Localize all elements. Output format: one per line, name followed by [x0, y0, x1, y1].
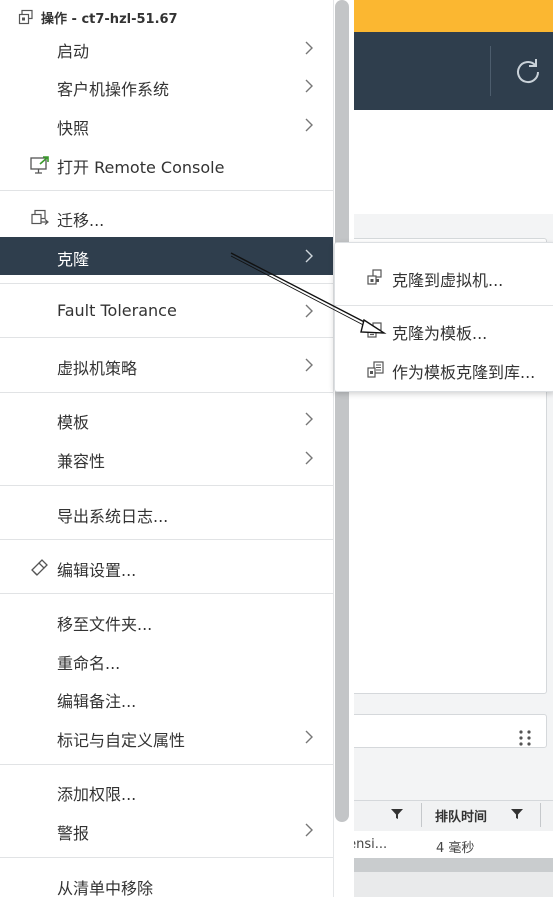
- menu-item-label: 重命名...: [57, 654, 121, 673]
- menu-item-label: Fault Tolerance: [57, 301, 177, 320]
- menu-item-edit-notes[interactable]: 编辑备注...: [0, 679, 333, 717]
- filter-icon[interactable]: [391, 808, 403, 820]
- horizontal-scrollbar[interactable]: [340, 858, 553, 872]
- menu-item-label: 快照: [57, 119, 90, 138]
- drag-handle-icon[interactable]: [518, 729, 532, 747]
- menu-item-tags-custom-attributes[interactable]: 标记与自定义属性: [0, 718, 333, 756]
- remote-console-icon: [30, 156, 49, 174]
- chevron-right-icon: [305, 41, 313, 55]
- menu-divider: [0, 392, 333, 393]
- chevron-right-icon: [305, 451, 313, 465]
- menu-scrollbar-thumb[interactable]: [335, 0, 349, 822]
- column-separator[interactable]: [540, 803, 541, 827]
- menu-divider: [0, 857, 333, 858]
- menu-title: 操作 - ct7-hzl-51.67: [41, 12, 178, 27]
- menu-item-label: 克隆: [57, 250, 90, 269]
- menu-item-label: 从清单中移除: [57, 879, 154, 898]
- menu-item-edit-settings[interactable]: 编辑设置...: [0, 548, 333, 586]
- menu-item-move-to-folder[interactable]: 移至文件夹...: [0, 602, 333, 640]
- menu-item-label: 客户机操作系统: [57, 80, 170, 99]
- menu-item-open-remote-console[interactable]: 打开 Remote Console: [0, 145, 333, 183]
- chevron-right-icon: [305, 730, 313, 744]
- menu-item-label: 标记与自定义属性: [57, 731, 186, 750]
- menu-item-label: 迁移...: [57, 211, 105, 230]
- column-separator[interactable]: [421, 803, 422, 827]
- menu-item-add-permission[interactable]: 添加权限...: [0, 772, 333, 810]
- submenu-item-label: 作为模板克隆到库...: [392, 363, 536, 382]
- menu-divider: [0, 764, 333, 765]
- migrate-icon: [31, 209, 49, 225]
- submenu-item-clone-to-library[interactable]: 作为模板克隆到库...: [335, 351, 553, 387]
- clone-to-library-icon: [367, 361, 384, 378]
- submenu-item-label: 克隆为模板...: [392, 324, 488, 343]
- menu-item-template[interactable]: 模板: [0, 400, 333, 438]
- menu-item-label: 打开 Remote Console: [57, 158, 225, 177]
- menu-item-vm-policies[interactable]: 虚拟机策略: [0, 346, 333, 384]
- annotation-arrow-icon: [230, 252, 387, 334]
- menu-divider: [0, 190, 333, 191]
- menu-item-label: 虚拟机策略: [57, 359, 138, 378]
- menu-divider: [0, 485, 333, 486]
- menu-item-label: 启动: [57, 42, 90, 61]
- chevron-right-icon: [305, 823, 313, 837]
- bottom-area: [340, 872, 553, 897]
- content-panel-2: [340, 714, 547, 748]
- menu-item-compatibility[interactable]: 兼容性: [0, 439, 333, 477]
- menu-item-power[interactable]: 启动: [0, 29, 333, 67]
- vm-actions-icon: [18, 9, 33, 25]
- menu-item-remove-from-inventory[interactable]: 从清单中移除: [0, 866, 333, 904]
- chevron-right-icon: [305, 79, 313, 93]
- menu-item-label: 导出系统日志...: [57, 507, 169, 526]
- menu-item-label: 编辑设置...: [57, 561, 137, 580]
- menu-item-export-system-logs[interactable]: 导出系统日志...: [0, 494, 333, 532]
- menu-item-rename[interactable]: 重命名...: [0, 641, 333, 679]
- menu-header: 操作 - ct7-hzl-51.67: [0, 0, 333, 32]
- menu-item-label: 添加权限...: [57, 785, 137, 804]
- menu-item-label: 警报: [57, 824, 90, 843]
- actions-context-menu: 操作 - ct7-hzl-51.67 启动 客户机操作系统 快照 打开 Remo…: [0, 0, 333, 898]
- table-cell: 4 毫秒: [436, 841, 475, 856]
- chevron-right-icon: [305, 412, 313, 426]
- edit-settings-icon: [31, 559, 48, 576]
- content-area: [340, 110, 553, 214]
- chevron-right-icon: [305, 118, 313, 132]
- submenu-item-label: 克隆到虚拟机...: [392, 271, 504, 290]
- menu-divider: [0, 593, 333, 594]
- menu-divider: [0, 539, 333, 540]
- filter-icon[interactable]: [511, 808, 523, 820]
- menu-item-migrate[interactable]: 迁移...: [0, 198, 333, 236]
- toolbar-separator: [490, 46, 491, 96]
- menu-item-label: 模板: [57, 413, 90, 432]
- menu-item-label: 移至文件夹...: [57, 615, 153, 634]
- menu-item-guest-os[interactable]: 客户机操作系统: [0, 67, 333, 105]
- menu-item-label: 编辑备注...: [57, 692, 137, 711]
- column-header-queue-time[interactable]: 排队时间: [435, 806, 487, 825]
- menu-item-label: 兼容性: [57, 452, 106, 471]
- top-banner: [340, 0, 553, 32]
- chevron-right-icon: [305, 358, 313, 372]
- menu-item-alarms[interactable]: 警报: [0, 811, 333, 849]
- menu-item-snapshots[interactable]: 快照: [0, 106, 333, 144]
- refresh-icon[interactable]: [510, 54, 546, 90]
